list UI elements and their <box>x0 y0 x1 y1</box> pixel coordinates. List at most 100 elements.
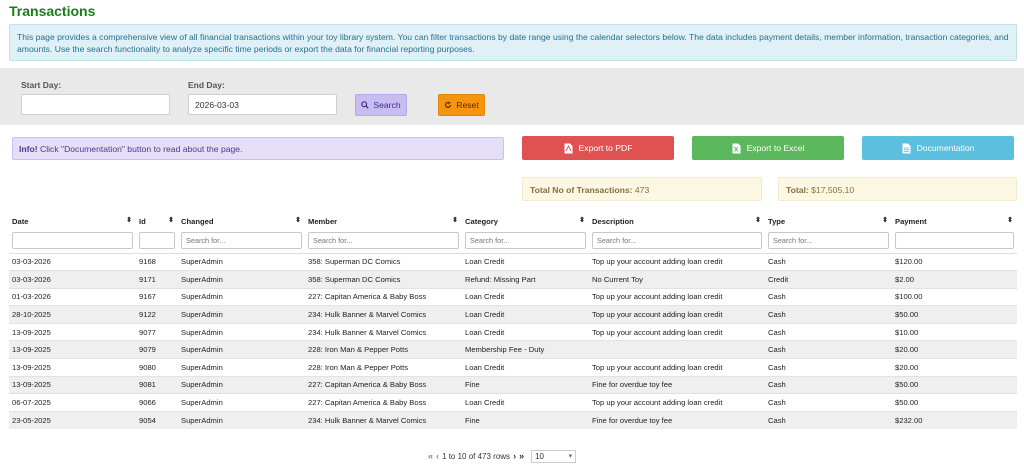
table-row[interactable]: 13-09-2025 9077 SuperAdmin 234: Hulk Banner… <box>9 322 1017 341</box>
table-cell: $232.00 <box>892 410 1017 429</box>
table-cell: Cash <box>765 410 892 429</box>
column-filter-cell <box>136 229 178 254</box>
end-day-label: End Day: <box>188 80 225 90</box>
search-button[interactable]: Search <box>355 94 407 116</box>
table-cell: $100.00 <box>892 287 1017 306</box>
sort-icon[interactable]: ⬍ <box>755 216 761 224</box>
table-row[interactable]: 28-10-2025 9122 SuperAdmin 234: Hulk Banner… <box>9 305 1017 324</box>
reset-button-label: Reset <box>456 100 479 110</box>
end-day-input[interactable] <box>188 94 337 115</box>
column-header[interactable]: Id ⬍ <box>136 213 178 229</box>
table-cell: SuperAdmin <box>178 410 305 429</box>
table-cell: Loan Credit <box>462 287 589 306</box>
table-row[interactable]: 06-07-2025 9066 SuperAdmin 227: Capitan Ame… <box>9 393 1017 412</box>
table-row[interactable]: 23-05-2025 9054 SuperAdmin 234: Hulk Banner… <box>9 410 1017 429</box>
search-icon <box>361 101 370 109</box>
next-page-icon[interactable]: › <box>513 451 516 461</box>
column-header[interactable]: Description ⬍ <box>589 213 765 229</box>
column-filter-input[interactable] <box>465 232 586 250</box>
table-cell: 9077 <box>136 322 178 341</box>
export-excel-button[interactable]: Export to Excel <box>692 136 844 160</box>
page-size-select[interactable]: 10 ▾ <box>531 449 577 463</box>
transaction-count-value: 473 <box>634 185 650 195</box>
column-header[interactable]: Changed ⬍ <box>178 213 305 229</box>
refresh-icon <box>445 101 452 108</box>
table-cell: $2.00 <box>892 270 1017 289</box>
table-cell: $10.00 <box>892 322 1017 341</box>
table-row[interactable]: 03-03-2026 9171 SuperAdmin 358: Superman DC… <box>9 270 1017 289</box>
table-row[interactable]: 13-09-2025 9080 SuperAdmin 228: Iron Man & … <box>9 358 1017 377</box>
column-filter-input[interactable] <box>181 232 302 250</box>
start-day-label: Start Day: <box>21 80 62 90</box>
table-cell: 9081 <box>136 375 178 394</box>
table-cell: $120.00 <box>892 252 1017 271</box>
first-page-icon[interactable]: « <box>428 451 433 461</box>
sort-icon[interactable]: ⬍ <box>579 216 585 224</box>
table-cell: SuperAdmin <box>178 393 305 412</box>
page-title: Transactions <box>9 3 96 19</box>
previous-page-icon[interactable]: ‹ <box>436 451 439 461</box>
table-cell: Top up your account adding loan credit <box>589 322 765 341</box>
column-header-label: Changed <box>181 216 214 226</box>
table-cell <box>589 340 765 359</box>
sort-icon[interactable]: ⬍ <box>882 216 888 224</box>
sort-icon[interactable]: ⬍ <box>295 216 301 224</box>
table-cell: Loan Credit <box>462 358 589 377</box>
column-filter-input[interactable] <box>592 232 762 250</box>
export-excel-label: Export to Excel <box>746 143 805 153</box>
table-cell: Loan Credit <box>462 393 589 412</box>
column-filter-input[interactable] <box>308 232 459 250</box>
column-filter-cell <box>892 229 1017 254</box>
documentation-button[interactable]: Documentation <box>862 136 1014 160</box>
sort-icon[interactable]: ⬍ <box>452 216 458 224</box>
column-header-label: Date <box>12 216 29 226</box>
column-filter-input[interactable] <box>768 232 889 250</box>
table-cell: 03-03-2026 <box>9 252 136 271</box>
column-filter-cell <box>305 229 462 254</box>
column-filter-input[interactable] <box>895 232 1014 250</box>
table-cell: 227: Capitan America & Baby Boss <box>305 287 462 306</box>
table-row[interactable]: 13-09-2025 9079 SuperAdmin 228: Iron Man & … <box>9 340 1017 359</box>
column-header[interactable]: Member ⬍ <box>305 213 462 229</box>
table-cell: Cash <box>765 287 892 306</box>
column-filter-input[interactable] <box>12 232 133 250</box>
sort-icon[interactable]: ⬍ <box>168 216 174 224</box>
sort-icon[interactable]: ⬍ <box>1007 216 1013 224</box>
table-cell: Fine for overdue toy fee <box>589 410 765 429</box>
transaction-count-stat: Total No of Transactions: 473 <box>522 177 762 201</box>
table-cell: Loan Credit <box>462 305 589 324</box>
export-pdf-button[interactable]: Export to PDF <box>522 136 674 160</box>
chevron-down-icon: ▾ <box>568 453 573 460</box>
table-row[interactable]: 13-09-2025 9081 SuperAdmin 227: Capitan Ame… <box>9 375 1017 394</box>
table-cell: 234: Hulk Banner & Marvel Comics <box>305 322 462 341</box>
table-cell: Membership Fee - Duty <box>462 340 589 359</box>
info-strong: Info! <box>19 144 38 154</box>
column-header[interactable]: Date ⬍ <box>9 213 136 229</box>
table-cell: Credit <box>765 270 892 289</box>
column-filter-input[interactable] <box>139 232 175 250</box>
column-header-label: Payment <box>895 216 927 226</box>
column-header[interactable]: Category ⬍ <box>462 213 589 229</box>
column-header-label: Member <box>308 216 338 226</box>
table-cell: 227: Capitan America & Baby Boss <box>305 393 462 412</box>
sort-icon[interactable]: ⬍ <box>126 216 132 224</box>
table-cell: $20.00 <box>892 340 1017 359</box>
table-cell: 13-09-2025 <box>9 375 136 394</box>
info-alert: Info! Click "Documentation" button to re… <box>12 137 504 160</box>
column-header[interactable]: Type ⬍ <box>765 213 892 229</box>
table-cell: Fine <box>462 410 589 429</box>
reset-button[interactable]: Reset <box>438 94 485 116</box>
table-cell: Top up your account adding loan credit <box>589 393 765 412</box>
table-cell: Cash <box>765 322 892 341</box>
table-cell: 228: Iron Man & Pepper Potts <box>305 340 462 359</box>
table-cell: Top up your account adding loan credit <box>589 358 765 377</box>
start-day-input[interactable] <box>21 94 170 115</box>
column-header[interactable]: Payment ⬍ <box>892 213 1017 229</box>
table-row[interactable]: 03-03-2026 9168 SuperAdmin 358: Superman DC… <box>9 252 1017 271</box>
column-filter-cell <box>462 229 589 254</box>
last-page-icon[interactable]: » <box>519 451 524 461</box>
column-header-label: Id <box>139 216 146 226</box>
table-row[interactable]: 01-03-2026 9167 SuperAdmin 227: Capitan Ame… <box>9 287 1017 306</box>
table-cell: $50.00 <box>892 305 1017 324</box>
table-cell: $50.00 <box>892 393 1017 412</box>
